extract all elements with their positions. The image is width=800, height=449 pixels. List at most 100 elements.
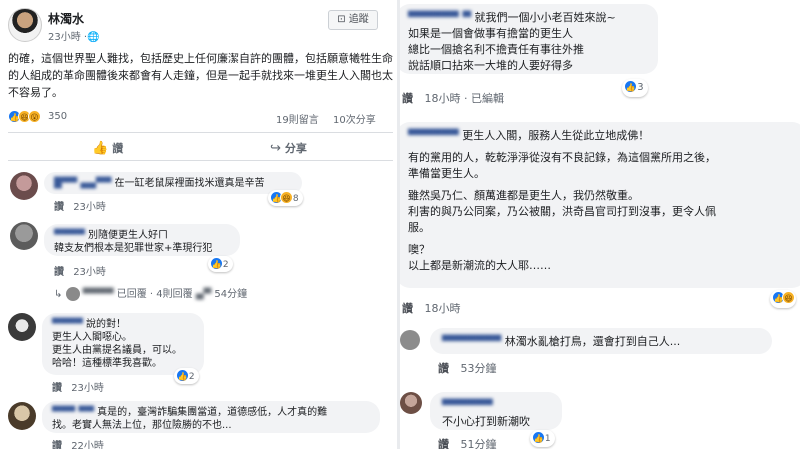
commenter-name[interactable]: ▀▀▀▀▀▀ ▀ [408, 11, 471, 24]
comment-bubble: ▀▀▀▀▀▀ ▀ 就我們一個小小老百姓來說~ 如果是一個會做事有擔當的更生人 總… [400, 4, 658, 74]
commenter-name[interactable]: ▀▀▀▀ [54, 230, 85, 241]
replies-link[interactable]: ↳ ▀▀▀▀ 已回覆 · 4則回覆 ▄▀ 54分鐘 [54, 285, 247, 301]
commenter-avatar[interactable] [400, 392, 422, 414]
comment-edited[interactable]: 已編輯 [471, 92, 504, 105]
comment-time[interactable]: 18小時 [425, 302, 461, 315]
reaction-count: 2 [222, 260, 229, 270]
comment-like-link[interactable]: 讚 [52, 383, 62, 394]
reply-count: 4則回覆 [156, 289, 193, 300]
comment-reaction-badge[interactable]: 👍 1 [530, 430, 555, 447]
comment-meta: 讚 22小時 [52, 437, 104, 449]
comment-like-link[interactable]: 讚 [438, 438, 449, 449]
comment-text-line: 服。 [408, 221, 430, 234]
comment-text-line: 準備當更生人。 [408, 167, 485, 180]
comment-time[interactable]: 53分鐘 [461, 362, 497, 375]
comment-text-line: 總比一個搶名利不擔責任有事往外推 [408, 43, 584, 56]
comment-bubble: ▀▀▀▀ 別隨便更生人好ㄇ 韓支友們根本是犯罪世家+準現行犯 [44, 224, 240, 256]
commenter-name[interactable]: ▀▀▀▀▀▀▀ [442, 335, 501, 348]
commenter-avatar[interactable] [10, 172, 38, 200]
shares-count[interactable]: 10次分享 [333, 111, 376, 126]
comment-text-line: 更生人入閣，服務人生從此立地成佛！ [462, 129, 650, 142]
commenter-avatar[interactable] [8, 313, 36, 341]
commenter-avatar[interactable] [400, 330, 420, 350]
share-action-label: 分享 [284, 142, 307, 155]
reaction-icons[interactable]: 👍😆 😮 [8, 110, 41, 123]
comment-like-link[interactable]: 讚 [438, 362, 449, 375]
reply-arrow-icon: ↳ [54, 289, 66, 300]
commenter-avatar[interactable] [8, 402, 36, 430]
comment-bubble: ▀▀▀ ▀▀ 真是的，臺灣詐騙集團當道，道德感低，人才真的難 找。老實人無法上位… [42, 401, 380, 433]
comment-text-line: 韓支友們根本是犯罪世家+準現行犯 [54, 243, 213, 254]
reaction-count: 8 [292, 194, 299, 204]
comment-like-link[interactable]: 讚 [402, 302, 413, 315]
comment-time[interactable]: 23小時 [73, 202, 106, 213]
comment-text-line: 有的黨用的人，乾乾淨淨從沒有不良記錄，為這個黨所用之後， [408, 151, 716, 164]
commenter-name[interactable]: ▀▀▀▀ [52, 319, 83, 330]
commenter-name[interactable]: ▀▀▀▀▀▀ [442, 398, 550, 414]
divider [8, 132, 393, 133]
share-action-button[interactable]: ↪ 分享 [270, 140, 307, 156]
comment-time[interactable]: 51分鐘 [461, 438, 497, 449]
post-timestamp[interactable]: 23小時 ·🌐 [48, 28, 100, 43]
comment-like-link[interactable]: 讚 [54, 267, 64, 278]
author-avatar[interactable] [8, 8, 42, 42]
comment-reaction-badge[interactable]: 👍 2 [208, 256, 233, 272]
comment-time[interactable]: 23小時 [71, 383, 104, 394]
reply-author: ▀▀▀▀ [82, 289, 114, 300]
comment-time[interactable]: 22小時 [71, 441, 104, 449]
wow-reaction-icon: 😮 [28, 110, 41, 123]
reaction-count[interactable]: 350 [48, 111, 67, 122]
right-screenshot-panel: ▀▀▀▀▀▀ ▀ 就我們一個小小老百姓來說~ 如果是一個會做事有擔當的更生人 總… [400, 0, 800, 449]
reply-avatar [65, 287, 80, 301]
like-action-button[interactable]: 👍 讚 [92, 140, 123, 156]
comment-text-line: 找。老實人無法上位，那位險勝的不也... [52, 420, 232, 431]
commenter-name[interactable]: ▀▀▀▀▀▀ [408, 129, 459, 142]
comment-bubble: ▀▀▀▀▀▀ 更生人入閣，服務人生從此立地成佛！ 有的黨用的人，乾乾淨淨從沒有不… [400, 122, 800, 288]
comment-text: 不小心打到新潮吹 [442, 415, 530, 428]
comment-time[interactable]: 23小時 [73, 267, 106, 278]
comment-like-link[interactable]: 讚 [402, 92, 413, 105]
comment-text: 在一缸老鼠屎裡面找米還真是辛苦 [114, 178, 265, 189]
comment-bubble: █▀▀ ▄▄▀▀ 在一缸老鼠屎裡面找米還真是辛苦 [44, 172, 302, 194]
comment-meta: 讚 23小時 [54, 263, 106, 278]
commenter-name[interactable]: ▀▀▀ ▀▀ [52, 407, 94, 418]
haha-reaction-icon: 😆 [782, 291, 795, 304]
comment-like-link[interactable]: 讚 [52, 441, 62, 449]
reply-avatar-blur: ▄▀ [195, 289, 212, 300]
reactions-summary: 👍😆 😮 350 19則留言 10次分享 [8, 110, 393, 126]
post-time-text: 23小時 [48, 32, 81, 43]
comment-meta: 讚 18小時 · 已編輯 [402, 92, 504, 105]
comment-meta: 讚 53分鐘 [438, 360, 497, 376]
comment-text-line: 以上都是新潮流的大人耶…… [408, 259, 551, 272]
comment-bubble: ▀▀▀▀▀▀▀ 林濁水亂槍打鳥，還會打到自己人... [430, 328, 772, 354]
comment-reaction-badge[interactable]: 👍😆 [770, 290, 796, 308]
comment-meta: 讚 23小時 [52, 379, 104, 394]
comment-text-line: 噢？ [408, 243, 430, 256]
rss-icon: ⊡ [337, 14, 349, 25]
comment-like-link[interactable]: 讚 [54, 202, 64, 213]
comment-meta: 讚 51分鐘 [438, 436, 497, 449]
commenter-avatar[interactable] [10, 222, 38, 250]
comment-text-line: 就我們一個小小老百姓來說~ [474, 11, 616, 24]
follow-label: 追蹤 [348, 14, 369, 25]
comment-reaction-badge[interactable]: 👍😆 8 [268, 190, 303, 206]
comment-text-line: 說的對！ [85, 319, 126, 330]
comment-time[interactable]: 18小時 [425, 92, 461, 105]
reaction-count: 1 [544, 434, 551, 444]
reaction-count: 3 [637, 82, 644, 93]
like-reaction-icon: 👍 [624, 80, 637, 93]
comment-reaction-badge[interactable]: 👍 3 [622, 79, 648, 97]
comment-meta: 讚 18小時 [402, 300, 461, 316]
follow-button[interactable]: ⊡ 追蹤 [328, 10, 378, 30]
like-reaction-icon: 👍 [176, 369, 189, 382]
comment-text-line: 更生人由黨提名議員，可以。 [52, 345, 182, 356]
comment-reaction-badge[interactable]: 👍 2 [174, 368, 199, 384]
commenter-name[interactable]: █▀▀ ▄▄▀▀ [54, 178, 111, 189]
comment-text-line: 更生人入閣噁心。 [52, 332, 132, 343]
globe-icon: ·🌐 [83, 32, 100, 43]
comments-count[interactable]: 19則留言 [276, 111, 319, 126]
comment-text-line: 真是的，臺灣詐騙集團當道，道德感低，人才真的難 [97, 407, 328, 418]
comment-text-line: 雖然吳乃仁、顏萬進都是更生人，我仍然敬重。 [408, 189, 639, 202]
post-author[interactable]: 林濁水 [48, 10, 84, 27]
post-body: 的確，這個世界聖人難找，包括歷史上任何廉潔自許的團體，包括願意犧牲生命的人組成的… [8, 52, 393, 99]
